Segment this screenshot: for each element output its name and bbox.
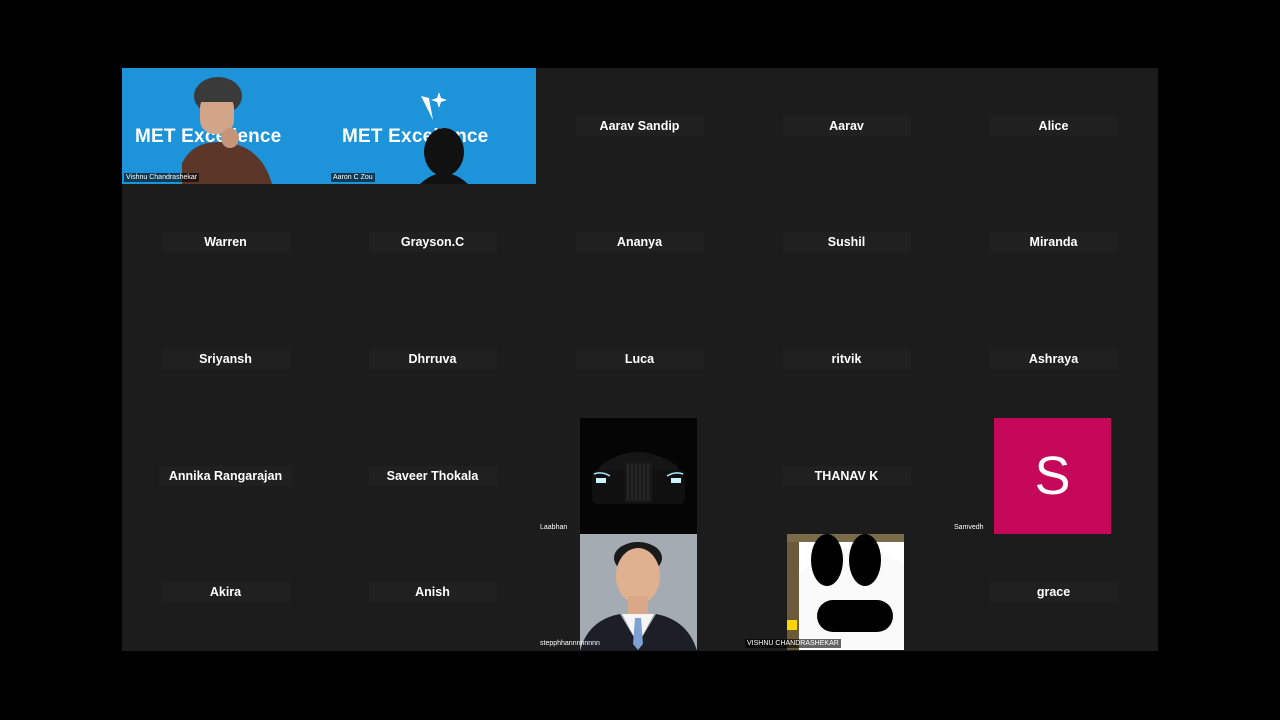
participant-tile[interactable]: Warren bbox=[122, 184, 329, 300]
participant-tile[interactable]: Dhrruva bbox=[329, 301, 536, 417]
video-tile-vishnu-chandrashekar[interactable]: MET Excellence Vishnu Chandrashekar bbox=[122, 68, 329, 184]
participant-name: THANAV K bbox=[782, 466, 911, 486]
person-portrait bbox=[580, 534, 697, 650]
avatar: S bbox=[994, 418, 1111, 534]
participant-tile[interactable]: THANAV K bbox=[743, 418, 950, 534]
participant-name: ritvik bbox=[782, 349, 911, 369]
participant-name: Warren bbox=[161, 232, 290, 252]
participant-tile[interactable]: Saveer Thokala bbox=[329, 418, 536, 534]
participant-tile[interactable]: Ashraya bbox=[950, 301, 1157, 417]
participant-name: Alice bbox=[989, 116, 1118, 136]
participant-video bbox=[420, 128, 468, 184]
participant-tile[interactable]: Aarav bbox=[743, 68, 950, 184]
participant-tile[interactable]: Miranda bbox=[950, 184, 1157, 300]
participant-tile[interactable]: Alice bbox=[950, 68, 1157, 184]
participant-tile-stepph[interactable]: stepphhannnnnnnn bbox=[536, 534, 743, 650]
participant-name: Ashraya bbox=[989, 349, 1118, 369]
participant-tile[interactable]: Luca bbox=[536, 301, 743, 417]
participant-name: Saveer Thokala bbox=[368, 466, 497, 486]
participant-tile[interactable]: ritvik bbox=[743, 301, 950, 417]
participant-tile[interactable]: Aarav Sandip bbox=[536, 68, 743, 184]
participant-tile[interactable]: Akira bbox=[122, 534, 329, 650]
participant-name: grace bbox=[989, 582, 1118, 602]
participant-name: Dhrruva bbox=[368, 349, 497, 369]
profile-photo bbox=[580, 534, 697, 650]
participant-name-label: Samvedh bbox=[954, 524, 984, 531]
video-gallery: MET Excellence Vishnu Chandrashekar MET … bbox=[122, 68, 1158, 651]
participant-name: Aarav bbox=[782, 116, 911, 136]
participant-tile[interactable]: Sriyansh bbox=[122, 301, 329, 417]
participant-tile[interactable]: Grayson.C bbox=[329, 184, 536, 300]
participant-name: Ananya bbox=[575, 232, 704, 252]
participant-tile-samvedh[interactable]: S Samvedh bbox=[950, 418, 1157, 534]
participant-video bbox=[182, 77, 272, 184]
participant-tile-vishnu-chandrashekar[interactable]: VISHNU CHANDRASHEKAR bbox=[743, 534, 950, 650]
participant-name: Sriyansh bbox=[161, 349, 290, 369]
participant-tile[interactable]: grace bbox=[950, 534, 1157, 650]
participant-name-label: Aaron C Zou bbox=[331, 173, 375, 182]
car-image bbox=[580, 418, 697, 534]
avatar-letter: S bbox=[1034, 446, 1071, 506]
participant-name-label: stepphhannnnnnnn bbox=[540, 640, 600, 647]
participant-name: Miranda bbox=[989, 232, 1118, 252]
participant-name: Luca bbox=[575, 349, 704, 369]
participant-name-label: Laabhan bbox=[540, 524, 568, 531]
participant-name: Annika Rangarajan bbox=[158, 466, 293, 486]
profile-image bbox=[580, 418, 697, 534]
cartoon-face-image bbox=[787, 534, 904, 650]
participant-tile[interactable]: Anish bbox=[329, 534, 536, 650]
participant-tile[interactable]: Annika Rangarajan bbox=[122, 418, 329, 534]
participant-name: Akira bbox=[161, 582, 290, 602]
participant-name: Sushil bbox=[782, 232, 911, 252]
participant-tile-laabhan[interactable]: Laabhan bbox=[536, 418, 743, 534]
participant-name: Grayson.C bbox=[368, 232, 497, 252]
participant-name: Anish bbox=[368, 582, 497, 602]
participant-name: Aarav Sandip bbox=[575, 116, 704, 136]
participant-name-label: Vishnu Chandrashekar bbox=[124, 173, 200, 182]
sparkle-logo-icon bbox=[421, 92, 447, 120]
video-tile-aaron-c-zou[interactable]: MET Excellence Aaron C Zou bbox=[329, 68, 536, 184]
participant-tile[interactable]: Ananya bbox=[536, 184, 743, 300]
participant-name-label: VISHNU CHANDRASHEKAR bbox=[745, 639, 841, 648]
participant-tile[interactable]: Sushil bbox=[743, 184, 950, 300]
profile-image bbox=[787, 534, 904, 650]
